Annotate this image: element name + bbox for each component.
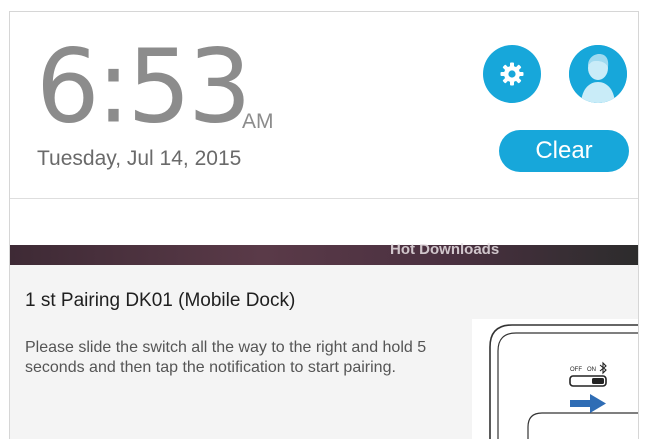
background-peek-text: Hot Downloads (390, 241, 500, 258)
clock-date: Tuesday, Jul 14, 2015 (37, 147, 242, 170)
clock-ampm: AM (242, 110, 274, 133)
user-profile-button[interactable] (569, 45, 627, 103)
notification-title: 1 st Pairing DK01 (Mobile Dock) (25, 290, 296, 311)
bluetooth-icon (599, 361, 607, 375)
clock-time: 6:53 (36, 26, 252, 147)
right-arrow-icon (570, 394, 606, 413)
notification-body: Please slide the switch all the way to t… (25, 339, 427, 376)
gear-icon (500, 62, 524, 86)
switch-on-label: ON (587, 367, 596, 373)
background-app-peek: Hot Downloads (10, 241, 638, 265)
user-profile-icon (569, 45, 627, 103)
settings-button[interactable] (483, 45, 541, 103)
quick-settings-spacer (10, 199, 638, 245)
clear-button[interactable]: Clear (499, 130, 629, 172)
dock-switch-illustration: OFF ON (472, 319, 638, 439)
quick-settings-header: 6:53 AM Tuesday, Jul 14, 2015 Clear (10, 12, 638, 199)
pairing-notification[interactable]: 1 st Pairing DK01 (Mobile Dock) Please s… (10, 265, 638, 439)
notification-shade: 6:53 AM Tuesday, Jul 14, 2015 Clear Hot … (9, 11, 639, 439)
switch-off-label: OFF (570, 367, 582, 373)
